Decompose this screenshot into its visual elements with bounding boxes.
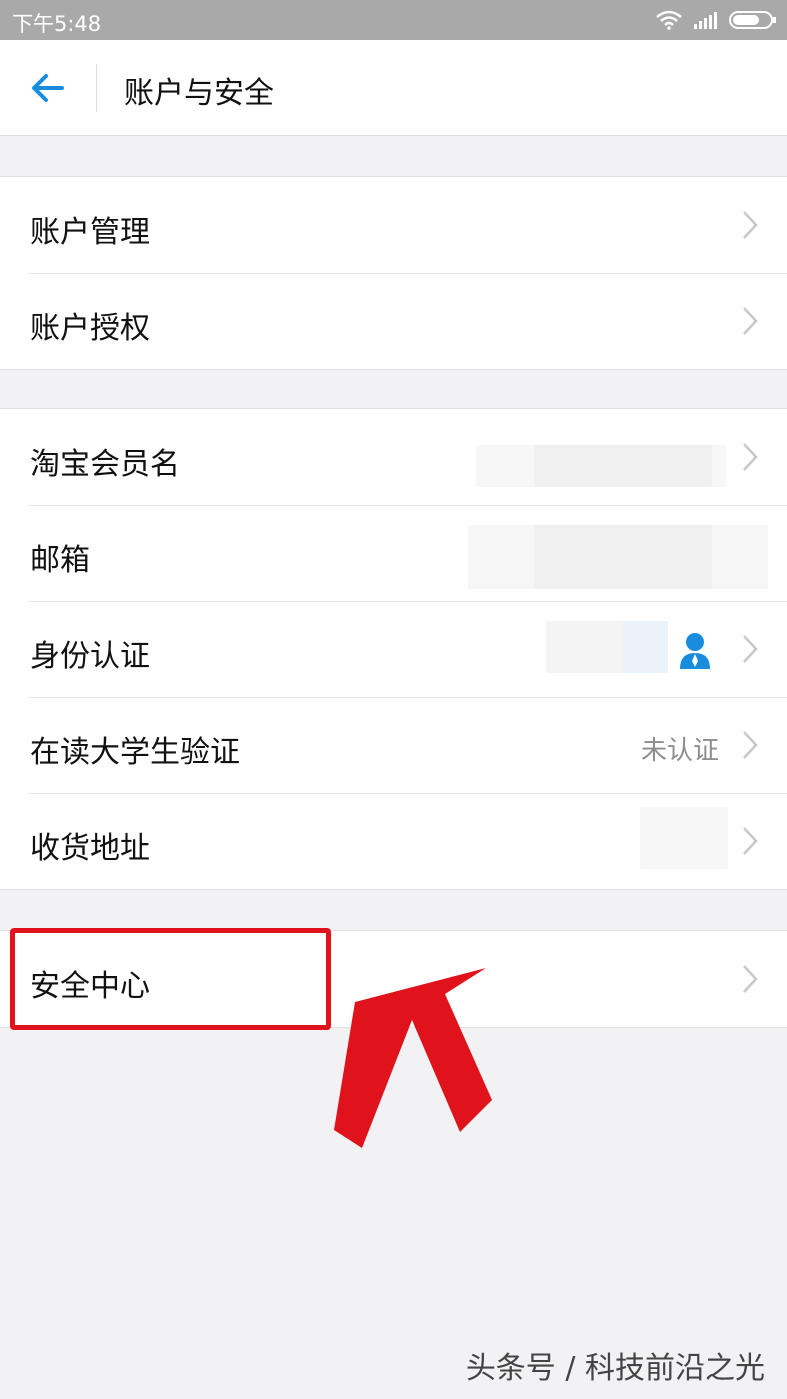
battery-icon xyxy=(729,11,776,29)
chevron-right-icon xyxy=(743,635,758,663)
list-item-taobao-username[interactable]: 淘宝会员名 xyxy=(0,409,787,505)
chevron-right-icon xyxy=(743,307,758,335)
chevron-right-icon xyxy=(743,731,758,759)
verification-status: 未认证 xyxy=(640,736,719,766)
list-item-shipping-address[interactable]: 收货地址 xyxy=(0,793,787,889)
chevron-right-icon xyxy=(743,965,758,993)
list-item-label: 身份认证 xyxy=(30,639,150,674)
redacted-value xyxy=(640,807,728,869)
list-item-label: 在读大学生验证 xyxy=(30,735,240,770)
list-item-email[interactable]: 邮箱 xyxy=(0,505,787,601)
account-group: 账户管理 账户授权 xyxy=(0,176,787,370)
profile-group: 淘宝会员名 邮箱 身份认证 在读大学生验证 未认证 收货地址 xyxy=(0,408,787,890)
title-divider xyxy=(96,64,97,112)
page-title: 账户与安全 xyxy=(124,76,274,111)
chevron-right-icon xyxy=(743,827,758,855)
status-icons xyxy=(655,8,777,32)
list-item-identity-verification[interactable]: 身份认证 xyxy=(0,601,787,697)
list-item-account-management[interactable]: 账户管理 xyxy=(0,177,787,273)
signal-icon xyxy=(694,12,717,29)
list-item-label: 淘宝会员名 xyxy=(30,447,180,482)
list-item-account-authorization[interactable]: 账户授权 xyxy=(0,273,787,369)
title-bar: 账户与安全 xyxy=(0,40,787,136)
highlight-box xyxy=(10,928,331,1030)
watermark: 头条号 / 科技前沿之光 xyxy=(465,1351,765,1386)
red-arrow-icon xyxy=(334,968,492,1148)
list-item-label: 邮箱 xyxy=(30,543,90,578)
list-item-label: 账户管理 xyxy=(30,215,150,250)
list-item-student-verification[interactable]: 在读大学生验证 未认证 xyxy=(0,697,787,793)
redacted-value xyxy=(534,445,712,487)
user-verified-icon xyxy=(680,633,710,669)
status-time: 下午5:48 xyxy=(12,12,102,36)
redacted-value xyxy=(622,621,668,673)
status-bar: 下午5:48 xyxy=(0,0,787,40)
list-item-label: 账户授权 xyxy=(30,311,150,346)
chevron-right-icon xyxy=(743,211,758,239)
list-item-label: 收货地址 xyxy=(30,831,150,866)
chevron-right-icon xyxy=(743,443,758,471)
wifi-icon xyxy=(656,10,682,30)
back-button[interactable] xyxy=(24,68,72,108)
redacted-value xyxy=(534,525,712,589)
back-arrow-icon xyxy=(32,74,64,102)
